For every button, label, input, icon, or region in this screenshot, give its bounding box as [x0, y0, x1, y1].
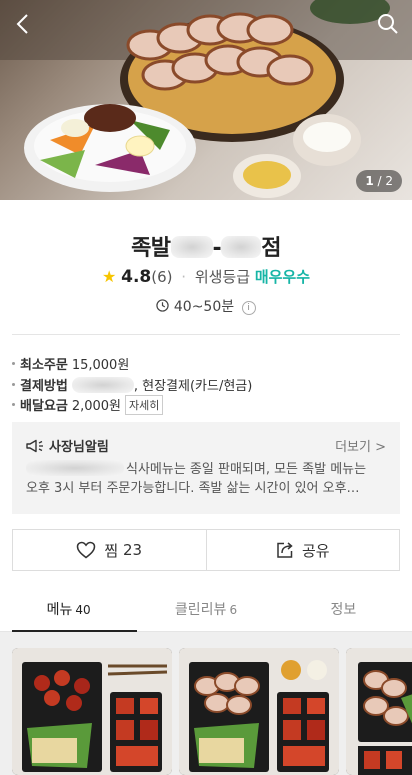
rating-score: 4.8	[121, 267, 152, 287]
star-icon: ★	[101, 267, 117, 286]
menu-item-card[interactable]	[12, 648, 172, 775]
megaphone-icon	[26, 439, 43, 452]
like-button[interactable]: 찜 23	[13, 530, 206, 570]
notice-body: 식사메뉴는 종일 판매되며, 모든 족발 메뉴는 오후 3시 부터 주문가능합니…	[26, 460, 388, 498]
heart-icon	[77, 541, 96, 559]
menu-item-photo	[179, 648, 339, 775]
image-pager: 1 / 2	[356, 170, 402, 192]
share-icon	[277, 542, 293, 558]
tab-clean-review[interactable]: 클린리뷰 6	[137, 588, 274, 631]
back-button[interactable]	[8, 10, 36, 38]
min-order-value: 15,000원	[71, 358, 130, 373]
hygiene-label: 위생등급	[194, 268, 251, 286]
notice-header: 사장님알림	[26, 436, 109, 455]
pager-current: 1	[365, 174, 374, 188]
store-name: 족발 - 점	[0, 230, 412, 262]
search-icon	[378, 14, 398, 34]
bullet	[12, 403, 15, 406]
menu-item-card[interactable]	[346, 648, 412, 775]
food-photo	[0, 0, 412, 198]
payment-row: 결제방법 , 현장결제(카드/현금)	[12, 375, 252, 394]
divider	[12, 334, 400, 335]
blurred-text	[26, 460, 124, 476]
min-order-row: 최소주문 15,000원	[12, 354, 129, 373]
rating-row: ★ 4.8(6) · 위생등급 매우우수	[0, 266, 412, 287]
blurred-text	[221, 236, 262, 258]
notice-title: 사장님알림	[49, 440, 109, 455]
payment-label: 결제방법	[20, 379, 68, 394]
menu-item-card[interactable]	[179, 648, 339, 775]
notice-line-2: 오후 3시 부터 주문가능합니다. 족발 삶는 시간이 있어 오후…	[26, 481, 360, 496]
delivery-fee-label: 배달요금	[20, 399, 68, 414]
delivery-fee-row: 배달요금 2,000원 자세히	[12, 395, 164, 415]
menu-item-photo	[12, 648, 172, 775]
like-label: 찜	[104, 541, 119, 560]
store-name-separator: -	[212, 236, 222, 261]
menu-image-strip	[0, 632, 412, 775]
delivery-time: 40~50분	[173, 299, 235, 315]
like-count: 23	[123, 541, 143, 559]
pager-total: / 2	[377, 174, 394, 188]
review-count: (6)	[151, 268, 173, 286]
tab-review-count: 6	[229, 603, 238, 617]
min-order-label: 최소주문	[20, 358, 68, 373]
delivery-time-row: 40~50분 i	[0, 296, 412, 316]
share-button[interactable]: 공유	[205, 530, 400, 570]
tab-menu-label: 메뉴	[46, 602, 73, 618]
hero-image: 1 / 2	[0, 0, 412, 200]
chevron-left-icon	[16, 14, 28, 34]
fee-detail-button[interactable]: 자세히	[125, 395, 164, 415]
action-row: 찜 23 공유	[12, 529, 400, 571]
tab-menu-count: 40	[75, 603, 91, 617]
notice-line: 식사메뉴는 종일 판매되며, 모든 족발 메뉴는	[26, 460, 388, 479]
info-icon[interactable]: i	[241, 301, 256, 315]
store-tabs: 메뉴 40 클린리뷰 6 정보	[0, 588, 412, 632]
menu-item-photo	[346, 648, 412, 775]
clock-icon	[156, 299, 170, 312]
tab-info-label: 정보	[330, 602, 357, 618]
blurred-text	[170, 236, 213, 258]
notice-more-link[interactable]: 더보기 >	[335, 436, 386, 455]
store-name-suffix: 점	[261, 236, 281, 261]
tab-menu[interactable]: 메뉴 40	[0, 588, 138, 632]
separator-dot: ·	[181, 268, 187, 286]
bullet	[12, 362, 15, 365]
notice-line-1-text: 식사메뉴는 종일 판매되며, 모든 족발 메뉴는	[126, 462, 367, 477]
delivery-fee-value: 2,000원	[71, 399, 122, 414]
blurred-text	[71, 377, 134, 393]
share-label: 공유	[301, 541, 330, 560]
tab-review-label: 클린리뷰	[174, 602, 227, 618]
hygiene-grade: 매우우수	[254, 268, 311, 286]
tab-info[interactable]: 정보	[275, 588, 412, 631]
payment-value: , 현장결제(카드/현금)	[133, 379, 253, 394]
owner-notice[interactable]: 사장님알림 더보기 > 식사메뉴는 종일 판매되며, 모든 족발 메뉴는 오후 …	[12, 422, 400, 514]
store-name-prefix: 족발	[131, 236, 171, 261]
bullet	[12, 383, 15, 386]
search-button[interactable]	[374, 10, 402, 38]
